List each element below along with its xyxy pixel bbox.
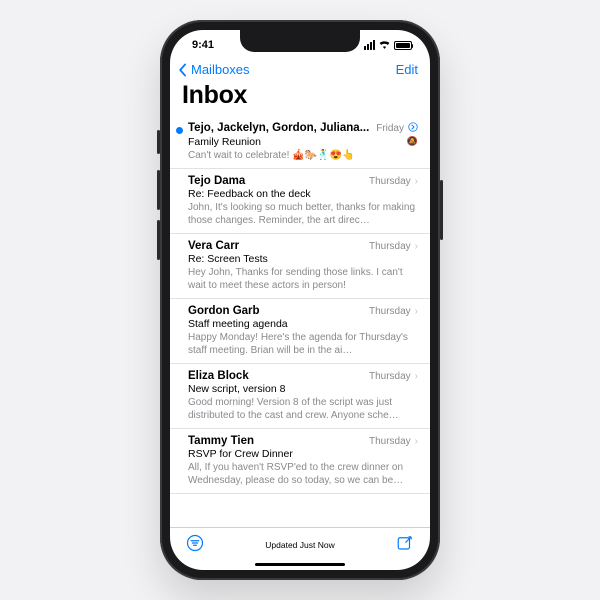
page-title: Inbox xyxy=(170,81,430,116)
email-row[interactable]: Eliza Block Thursday ›New script, version … xyxy=(170,364,430,429)
email-row[interactable]: Vera Carr Thursday ›Re: Screen TestsHey Jo… xyxy=(170,234,430,299)
date: Thursday xyxy=(369,371,411,382)
sender: Eliza Block xyxy=(188,370,363,382)
edit-button[interactable]: Edit xyxy=(396,62,418,77)
filter-icon xyxy=(186,534,204,552)
screen: 9:41 Mailboxes Edit Inbox Tejo, Jackelyn… xyxy=(170,30,430,570)
email-row[interactable]: Tammy Tien Thursday ›RSVP for Crew DinnerA… xyxy=(170,429,430,494)
preview: Can't wait to celebrate! 🎪🐎🕺😍👆 xyxy=(188,149,418,162)
battery-icon xyxy=(394,41,412,50)
sender: Tejo, Jackelyn, Gordon, Juliana... xyxy=(188,122,370,134)
filter-button[interactable] xyxy=(186,534,204,557)
subject: Family Reunion xyxy=(188,136,418,148)
email-row[interactable]: Tejo, Jackelyn, Gordon, Juliana... Friday… xyxy=(170,116,430,169)
date: Thursday xyxy=(369,176,411,187)
email-list[interactable]: Tejo, Jackelyn, Gordon, Juliana... Friday… xyxy=(170,116,430,527)
notch xyxy=(240,30,360,52)
chevron-right-icon: › xyxy=(415,437,418,447)
subject: Re: Feedback on the deck xyxy=(188,188,418,200)
phone-frame: 9:41 Mailboxes Edit Inbox Tejo, Jackelyn… xyxy=(160,20,440,580)
status-time: 9:41 xyxy=(192,39,214,51)
home-indicator[interactable] xyxy=(255,563,345,567)
chevron-right-icon: › xyxy=(415,242,418,252)
signal-icon xyxy=(364,40,375,50)
wifi-icon xyxy=(378,39,391,52)
preview: All, If you haven't RSVP'ed to the crew … xyxy=(188,461,418,487)
sender: Vera Carr xyxy=(188,240,363,252)
nav-bar: Mailboxes Edit xyxy=(170,60,430,81)
back-button[interactable]: Mailboxes xyxy=(176,62,250,77)
sender: Tammy Tien xyxy=(188,435,363,447)
subject: Staff meeting agenda xyxy=(188,318,418,330)
thread-icon xyxy=(408,122,418,135)
compose-button[interactable] xyxy=(396,534,414,557)
sync-status: Updated Just Now xyxy=(170,540,430,550)
date: Thursday xyxy=(369,436,411,447)
subject: New script, version 8 xyxy=(188,383,418,395)
toolbar: Updated Just Now xyxy=(170,527,430,561)
chevron-right-icon: › xyxy=(415,307,418,317)
email-row[interactable]: Tejo Dama Thursday ›Re: Feedback on the de… xyxy=(170,169,430,234)
preview: Hey John, Thanks for sending those links… xyxy=(188,266,418,292)
preview: Good morning! Version 8 of the script wa… xyxy=(188,396,418,422)
chevron-left-icon xyxy=(176,63,190,77)
subject: Re: Screen Tests xyxy=(188,253,418,265)
date: Thursday xyxy=(369,306,411,317)
email-row[interactable]: Gordon Garb Thursday ›Staff meeting agenda… xyxy=(170,299,430,364)
sender: Tejo Dama xyxy=(188,175,363,187)
mute-icon: 🔕 xyxy=(407,137,418,146)
compose-icon xyxy=(396,534,414,552)
sender: Gordon Garb xyxy=(188,305,363,317)
back-label: Mailboxes xyxy=(191,62,250,77)
subject: RSVP for Crew Dinner xyxy=(188,448,418,460)
preview: John, It's looking so much better, thank… xyxy=(188,201,418,227)
chevron-right-icon: › xyxy=(415,177,418,187)
date: Friday xyxy=(376,123,404,134)
preview: Happy Monday! Here's the agenda for Thur… xyxy=(188,331,418,357)
date: Thursday xyxy=(369,241,411,252)
chevron-right-icon: › xyxy=(415,372,418,382)
